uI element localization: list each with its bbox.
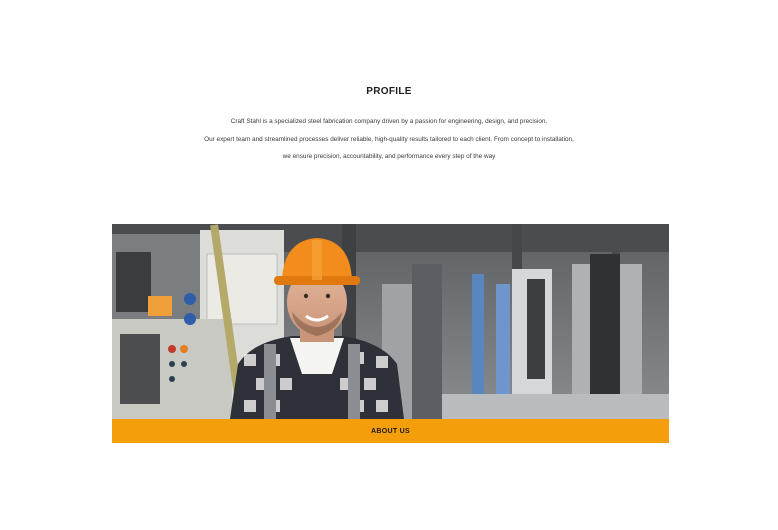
section-title: PROFILE [366, 86, 412, 97]
profile-line: we ensure precision, accountability, and… [282, 153, 496, 160]
profile-line: Craft Stahl is a specialized steel fabri… [230, 118, 548, 125]
hero-image-worker-factory [112, 224, 669, 419]
profile-line: Our expert team and streamlined processe… [204, 135, 574, 143]
profile-description: Craft Stahl is a specialized steel fabri… [0, 113, 778, 166]
about-us-label: ABOUT US [371, 427, 410, 435]
about-us-button[interactable]: ABOUT US [112, 419, 669, 443]
factory-worker-illustration [112, 224, 669, 419]
